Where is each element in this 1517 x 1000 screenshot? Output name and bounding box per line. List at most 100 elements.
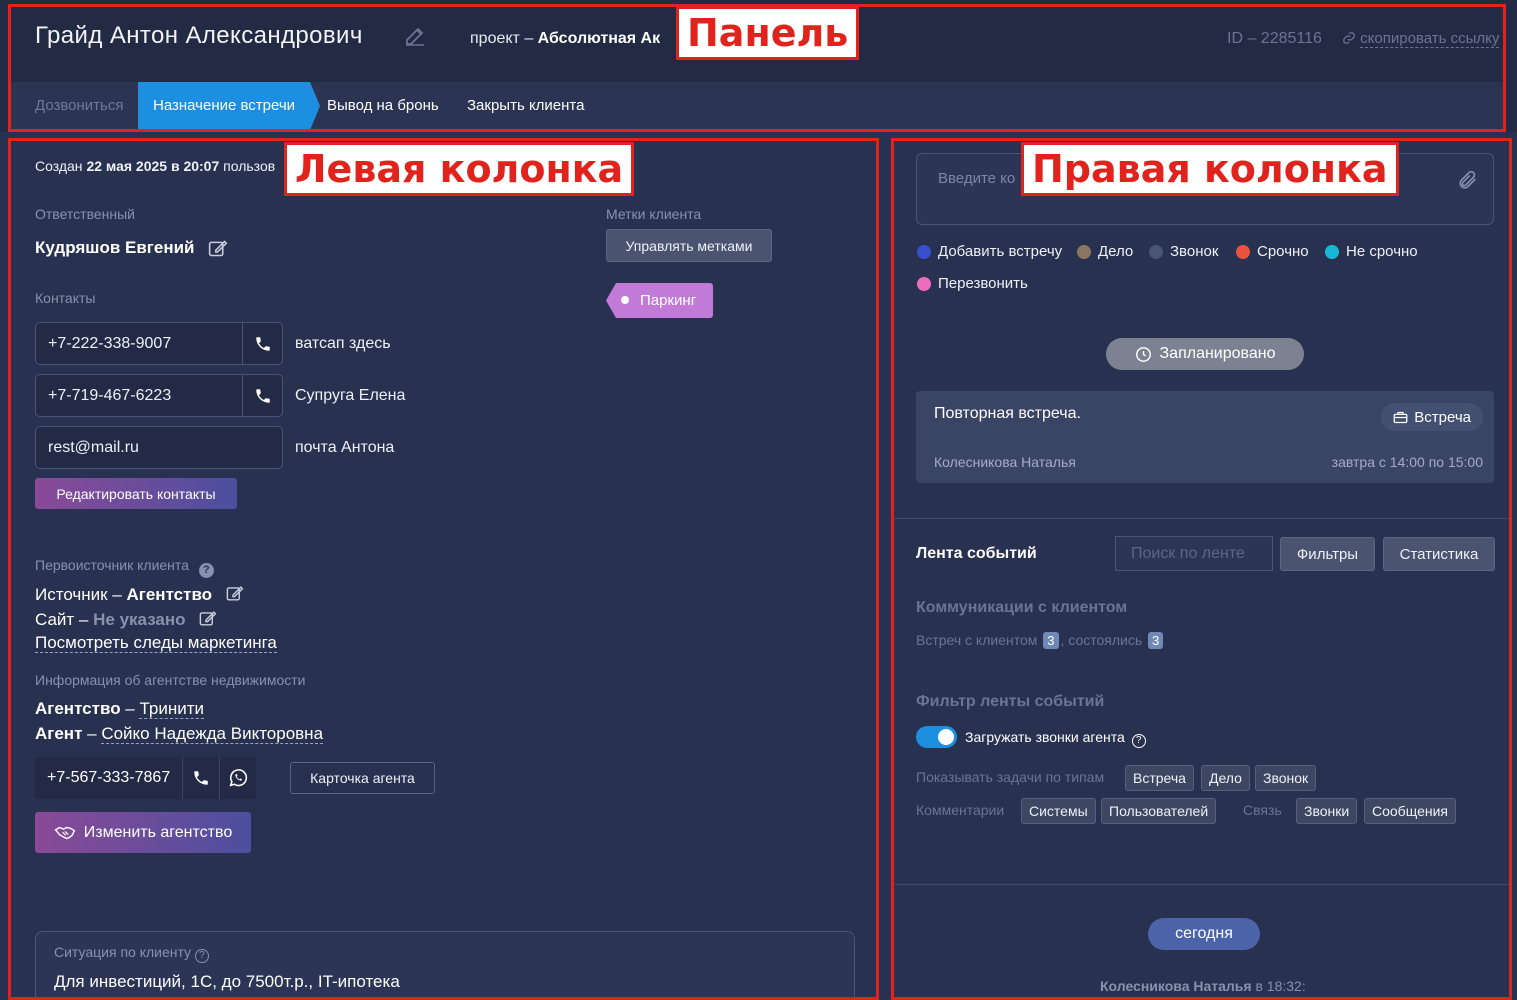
edit-contacts-button[interactable]: Редактировать контакты [35,478,237,509]
task-type-badge: Встреча [1381,403,1483,431]
contact-note: ватсап здесь [295,335,391,352]
agency-row: Агентство – Тринити [35,699,205,719]
filters-button[interactable]: Фильтры [1280,537,1375,571]
change-agency-button[interactable]: Изменить агентство [35,812,251,853]
copy-link-button[interactable]: скопировать ссылку [1342,30,1500,48]
contacts-label: Контакты [35,290,96,306]
edit-responsible-icon[interactable] [207,238,228,259]
contact-phone-1[interactable]: +7-222-338-9007 [35,322,283,365]
dot-icon [1325,244,1339,259]
panel-callout: Панель [676,6,860,60]
step-meeting[interactable]: Назначение встречи [138,82,320,130]
task-time: завтра с 14:00 по 15:00 [1331,454,1483,470]
feed-search-input[interactable]: Поиск по ленте [1115,536,1273,571]
filter-type-call[interactable]: Звонок [1255,765,1317,791]
whatsapp-icon[interactable] [219,757,256,799]
filter-comment-system[interactable]: Системы [1021,798,1096,824]
marketing-link[interactable]: Посмотреть следы маркетинга [35,633,277,653]
phone-call-icon[interactable] [242,323,282,364]
agency-info-label: Информация об агентстве недвижимости [35,672,306,688]
edit-source-icon[interactable] [225,584,244,603]
feed-title: Лента событий [916,545,1037,562]
feed-search-placeholder: Поиск по ленте [1131,545,1245,562]
filter-link-calls[interactable]: Звонки [1296,798,1358,824]
edit-site-icon[interactable] [198,609,217,628]
task-author: Колесникова Наталья [934,454,1076,470]
contact-phone-2[interactable]: +7-719-467-6223 [35,374,283,417]
agent-card-button[interactable]: Карточка агента [290,762,435,794]
link-icon [1342,31,1356,45]
legend-urgent[interactable]: Срочно [1236,243,1309,260]
planned-badge[interactable]: Запланировано [1106,338,1304,370]
paperclip-icon[interactable] [1457,168,1479,192]
source-row: Источник – Агентство [35,584,244,605]
handshake-icon [54,825,76,841]
comments-label: Комментарии [916,802,1005,818]
responsible-name: Кудряшов Евгений [35,238,195,257]
client-id: ID – 2285116 [1227,30,1322,47]
load-agent-calls-label: Загружать звонки агента ? [965,729,1146,748]
project-info: проект – Абсолютная Ак [470,30,661,47]
dot-icon [917,244,931,259]
phone-call-icon[interactable] [182,757,218,799]
agent-row: Агент – Сойко Надежда Викторовна [35,724,324,744]
task-card[interactable]: Повторная встреча. Встреча Колесникова Н… [916,391,1494,483]
manage-tags-button[interactable]: Управлять метками [606,229,772,262]
tag-parking[interactable]: Паркинг [606,283,713,318]
today-badge: сегодня [1148,918,1260,950]
comm-title: Коммуникации с клиентом [916,599,1128,616]
filter-title: Фильтр ленты событий [916,693,1105,710]
divider [893,884,1510,885]
filter-type-meeting[interactable]: Встреча [1125,765,1194,791]
help-icon[interactable]: ? [1131,734,1146,748]
phone-call-icon[interactable] [242,375,282,416]
dot-icon [1077,244,1091,259]
step-booking[interactable]: Вывод на бронь [327,82,439,130]
show-tasks-label: Показывать задачи по типам [916,769,1105,785]
contact-note: почта Антона [295,439,395,456]
agent-phone[interactable]: +7-567-333-7867 [47,769,170,787]
filter-type-task[interactable]: Дело [1201,765,1250,791]
project-name[interactable]: Абсолютная Ак [538,30,660,47]
contact-value[interactable]: +7-222-338-9007 [48,335,171,353]
divider [893,518,1510,519]
agency-link[interactable]: Тринити [139,699,205,719]
responsible-label: Ответственный [35,206,135,222]
contact-email[interactable]: rest@mail.ru [35,426,283,469]
help-icon[interactable]: ? [198,563,214,578]
held-count: 3 [1148,632,1164,649]
legend-call[interactable]: Звонок [1149,243,1218,260]
briefcase-icon [1393,411,1408,424]
feed-entry-author: Колесникова Наталья в 18:32: [1100,978,1306,994]
tag-dot-icon [621,296,629,304]
comment-placeholder: Введите ко [938,170,1016,187]
filter-link-messages[interactable]: Сообщения [1364,798,1456,824]
help-icon[interactable]: ? [194,949,209,963]
step-call[interactable]: Дозвониться [35,82,124,130]
source-label: Первоисточник клиента ? [35,557,214,578]
right-column-callout: Правая колонка [1021,142,1399,196]
contact-value[interactable]: +7-719-467-6223 [48,387,171,405]
contact-note: Супруга Елена [295,387,406,404]
stats-button[interactable]: Статистика [1383,537,1495,571]
created-info: Создан 22 мая 2025 в 20:07 пользов [35,158,276,174]
dot-icon [1236,244,1250,259]
tag-label: Паркинг [640,292,697,309]
edit-icon[interactable] [403,24,427,48]
agent-link[interactable]: Сойко Надежда Викторовна [101,724,324,744]
legend-not-urgent[interactable]: Не срочно [1325,243,1418,260]
left-column-callout: Левая колонка [284,142,635,196]
legend-callback[interactable]: Перезвонить [917,275,1028,292]
legend-task[interactable]: Дело [1077,243,1133,260]
meetings-stats: Встреч с клиентом 3, состоялись 3 [916,632,1165,649]
situation-box[interactable]: Ситуация по клиенту ? Для инвестиций, 1С… [35,931,855,1000]
step-close-client[interactable]: Закрыть клиента [467,82,584,130]
clock-icon [1135,346,1152,363]
dot-icon [917,276,931,291]
meetings-count: 3 [1043,632,1059,649]
filter-comment-users[interactable]: Пользователей [1101,798,1217,824]
legend-add-meeting[interactable]: Добавить встречу [917,243,1062,260]
contact-value[interactable]: rest@mail.ru [48,439,139,457]
dot-icon [1149,244,1163,259]
load-agent-calls-toggle[interactable] [916,726,957,748]
